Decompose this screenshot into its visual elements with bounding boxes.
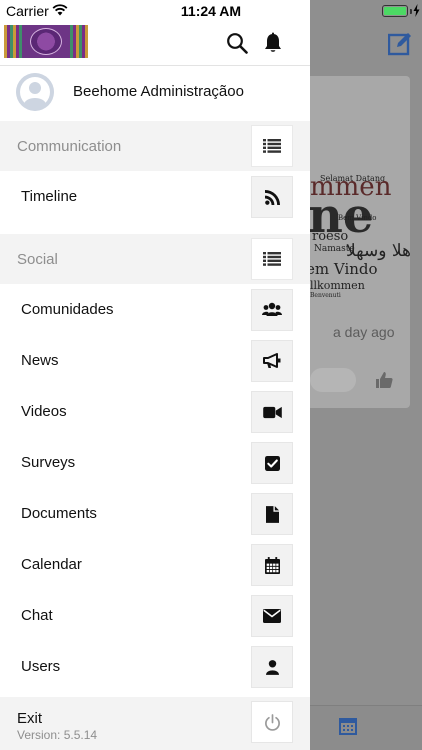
comment-field bbox=[310, 368, 356, 392]
menu-item-videos[interactable]: Videos bbox=[0, 386, 310, 437]
profile-row[interactable]: Beehome Administraçãoo bbox=[0, 66, 310, 121]
exit-label: Exit bbox=[17, 710, 43, 727]
menu-item-documents[interactable]: Documents bbox=[0, 488, 310, 539]
calendar-tab-icon bbox=[339, 718, 357, 735]
drawer-header bbox=[0, 22, 310, 66]
menu-item-calendar[interactable]: Calendar bbox=[0, 539, 310, 590]
beehome-logo[interactable] bbox=[4, 25, 88, 58]
menu-item-label: Videos bbox=[21, 403, 67, 420]
menu-item-label: News bbox=[21, 352, 59, 369]
tab-bar bbox=[310, 705, 422, 750]
calendar-icon bbox=[251, 544, 293, 586]
users-icon bbox=[251, 289, 293, 331]
menu-item-label: Surveys bbox=[21, 454, 76, 471]
section-communication: Communication bbox=[0, 121, 310, 171]
menu-item-comunidades[interactable]: Comunidades bbox=[0, 284, 310, 335]
compose-icon bbox=[388, 33, 411, 56]
menu-item-surveys[interactable]: Surveys bbox=[0, 437, 310, 488]
menu-item-news[interactable]: News bbox=[0, 335, 310, 386]
list-icon[interactable] bbox=[251, 238, 293, 280]
menu-item-label: Comunidades bbox=[21, 301, 114, 318]
menu-item-label: Calendar bbox=[21, 556, 82, 573]
menu-item-timeline[interactable]: Timeline bbox=[0, 171, 310, 222]
navigation-drawer: Beehome Administraçãoo Communication Tim… bbox=[0, 0, 310, 750]
welcome-word: Namaste bbox=[314, 244, 355, 254]
section-social: Social bbox=[0, 234, 310, 284]
exit-row[interactable]: Exit Version: 5.5.14 bbox=[0, 697, 310, 750]
menu-item-label: Documents bbox=[21, 505, 97, 522]
welcome-word: llkommen bbox=[310, 279, 365, 292]
thumbs-up-icon bbox=[376, 372, 393, 388]
battery-icon bbox=[382, 5, 408, 17]
version-label: Version: 5.5.14 bbox=[17, 728, 98, 742]
menu-item-label: Users bbox=[21, 658, 61, 675]
charging-icon bbox=[413, 4, 420, 17]
post-time: a day ago bbox=[333, 324, 395, 340]
user-avatar-icon bbox=[16, 73, 54, 111]
power-icon[interactable] bbox=[251, 701, 293, 743]
rss-icon bbox=[251, 176, 293, 218]
envelope-icon bbox=[251, 595, 293, 637]
file-icon bbox=[251, 493, 293, 535]
checkbox-icon bbox=[251, 442, 293, 484]
clock: 11:24 AM bbox=[180, 3, 242, 19]
section-label: Communication bbox=[17, 138, 122, 155]
welcome-word: em Vindo bbox=[306, 260, 378, 278]
battery-tip bbox=[410, 9, 412, 14]
megaphone-icon bbox=[251, 340, 293, 382]
menu-item-label: Chat bbox=[21, 607, 53, 624]
welcome-word: أهلا وسهلا bbox=[346, 241, 410, 261]
menu-item-label: Timeline bbox=[21, 188, 78, 205]
welcome-word: Benvenuti bbox=[310, 292, 341, 299]
list-icon[interactable] bbox=[251, 125, 293, 167]
profile-name: Beehome Administraçãoo bbox=[73, 83, 244, 100]
bell-icon[interactable] bbox=[262, 32, 284, 54]
section-label: Social bbox=[17, 251, 58, 268]
menu-item-users[interactable]: Users bbox=[0, 641, 310, 692]
menu-item-chat[interactable]: Chat bbox=[0, 590, 310, 641]
search-icon[interactable] bbox=[226, 32, 248, 54]
status-bar: Carrier 11:24 AM bbox=[0, 0, 422, 22]
welcome-word: Bem Vindo bbox=[338, 214, 377, 222]
welcome-word: roeso bbox=[312, 229, 349, 244]
user-icon bbox=[251, 646, 293, 688]
video-camera-icon bbox=[251, 391, 293, 433]
